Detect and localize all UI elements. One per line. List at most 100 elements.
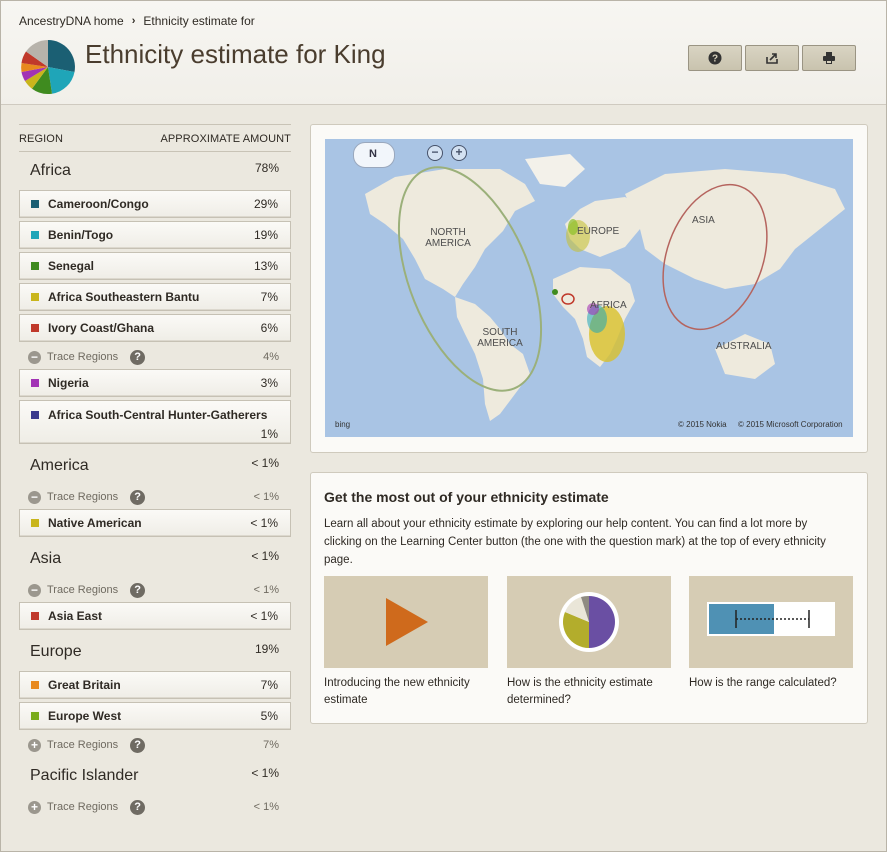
help-icon[interactable]: ? — [130, 349, 146, 365]
region-pacific-islander[interactable]: Pacific Islander < 1% — [19, 757, 291, 795]
help-title: Get the most out of your ethnicity estim… — [324, 489, 609, 505]
zoom-out-icon[interactable]: − — [427, 145, 443, 161]
help-text: Learn all about your ethnicity estimate … — [324, 518, 826, 566]
region-pct: < 1% — [251, 456, 279, 470]
region-pct: 19% — [254, 642, 279, 656]
help-icon[interactable]: ? — [130, 489, 146, 505]
subregion-pct: < 1% — [250, 609, 278, 623]
subregion-name: Africa South-Central Hunter-Gatherers — [48, 408, 268, 422]
trace-regions-america[interactable]: − Trace Regions? < 1% — [19, 485, 291, 509]
trace-pct: < 1% — [253, 491, 279, 503]
subregion-africa-se-bantu[interactable]: Africa Southeastern Bantu 7% — [19, 283, 291, 311]
subregion-native-american[interactable]: Native American < 1% — [19, 509, 291, 537]
ethnicity-pie-icon — [21, 40, 75, 94]
trace-pct: 7% — [263, 739, 279, 751]
minus-circle-icon[interactable]: − — [28, 350, 41, 364]
trace-label: Trace Regions — [47, 801, 119, 813]
trace-regions-europe[interactable]: + Trace Regions? 7% — [19, 733, 291, 757]
region-pct: < 1% — [251, 766, 279, 780]
help-button[interactable]: ? — [688, 45, 742, 71]
color-swatch — [31, 519, 39, 527]
credit-nokia: © 2015 Nokia — [678, 420, 727, 429]
subregion-benin-togo[interactable]: Benin/Togo 19% — [19, 221, 291, 249]
region-name: Asia — [30, 550, 62, 567]
subregion-pct: 29% — [253, 197, 278, 211]
range-tile[interactable] — [689, 576, 853, 668]
color-swatch — [31, 200, 39, 208]
tile-caption-estimate[interactable]: How is the ethnicity estimate determined… — [507, 675, 671, 709]
subregion-pct: 13% — [253, 259, 278, 273]
range-bar-icon — [707, 602, 835, 636]
subregion-cameroon-congo[interactable]: Cameroon/Congo 29% — [19, 190, 291, 218]
trace-regions-asia[interactable]: − Trace Regions? < 1% — [19, 578, 291, 602]
trace-label: Trace Regions — [47, 491, 119, 503]
subregion-name: Nigeria — [48, 376, 89, 390]
color-swatch — [31, 324, 39, 332]
region-europe[interactable]: Europe 19% — [19, 633, 291, 671]
compass-label: N — [369, 148, 377, 160]
help-icon[interactable]: ? — [130, 799, 146, 815]
color-swatch — [31, 681, 39, 689]
zoom-in-icon[interactable]: + — [451, 145, 467, 161]
breadcrumb-home-link[interactable]: AncestryDNA home — [19, 14, 124, 28]
subregion-name: Benin/Togo — [48, 228, 114, 242]
color-swatch — [31, 612, 39, 620]
subregion-europe-west[interactable]: Europe West 5% — [19, 702, 291, 730]
subregion-great-britain[interactable]: Great Britain 7% — [19, 671, 291, 699]
subregion-asia-east[interactable]: Asia East < 1% — [19, 602, 291, 630]
subregion-pct: < 1% — [250, 516, 278, 530]
subregion-senegal[interactable]: Senegal 13% — [19, 252, 291, 280]
share-button[interactable] — [745, 45, 799, 71]
region-list: REGION APPROXIMATE AMOUNT Africa 78% Cam… — [19, 124, 291, 819]
color-swatch — [31, 231, 39, 239]
plus-circle-icon[interactable]: + — [28, 800, 41, 814]
subregion-pct: 19% — [253, 228, 278, 242]
color-swatch — [31, 379, 39, 387]
col-region: REGION — [19, 133, 63, 145]
video-tile[interactable] — [324, 576, 488, 668]
printer-icon — [823, 52, 835, 64]
estimate-tile[interactable] — [507, 576, 671, 668]
print-button[interactable] — [802, 45, 856, 71]
share-icon — [766, 53, 778, 64]
trace-regions-pacific[interactable]: + Trace Regions? < 1% — [19, 795, 291, 819]
chevron-right-icon: › — [131, 15, 136, 27]
bing-logo: bing — [335, 420, 351, 429]
subregion-hunter-gatherers[interactable]: Africa South-Central Hunter-Gatherers 1% — [19, 400, 291, 444]
map-label-europe: EUROPE — [577, 226, 620, 237]
map-label-south-america: SOUTH AMERICA — [477, 327, 523, 349]
subregion-ivory-coast-ghana[interactable]: Ivory Coast/Ghana 6% — [19, 314, 291, 342]
col-amount: APPROXIMATE AMOUNT — [160, 133, 291, 145]
minus-circle-icon[interactable]: − — [28, 490, 41, 504]
credit-microsoft: © 2015 Microsoft Corporation — [738, 420, 843, 429]
region-name: Pacific Islander — [30, 767, 139, 784]
trace-pct: 4% — [263, 351, 279, 363]
map-compass[interactable]: N — [353, 142, 395, 168]
world-map[interactable]: N − + NORTH AMERICA SOUTH AMERICA EUROPE… — [325, 139, 853, 437]
subregion-name: Ivory Coast/Ghana — [48, 321, 155, 335]
plus-circle-icon[interactable]: + — [28, 738, 41, 752]
pie-chart-icon — [559, 592, 619, 652]
map-label-north-america: NORTH AMERICA — [425, 227, 471, 249]
color-swatch — [31, 293, 39, 301]
help-icon[interactable]: ? — [130, 582, 146, 598]
subregion-nigeria[interactable]: Nigeria 3% — [19, 369, 291, 397]
help-icon[interactable]: ? — [130, 737, 146, 753]
help-panel: Get the most out of your ethnicity estim… — [310, 472, 868, 724]
region-asia[interactable]: Asia < 1% — [19, 540, 291, 578]
subregion-pct: 1% — [260, 427, 278, 441]
subregion-pct: 6% — [260, 321, 278, 335]
tile-caption-video[interactable]: Introducing the new ethnicity estimate — [324, 675, 488, 709]
minus-circle-icon[interactable]: − — [28, 583, 41, 597]
breadcrumb: AncestryDNA home › Ethnicity estimate fo… — [19, 14, 255, 28]
region-pct: < 1% — [251, 549, 279, 563]
subregion-name: Cameroon/Congo — [48, 197, 149, 211]
map-label-australia: AUSTRALIA — [716, 341, 772, 352]
tile-caption-range[interactable]: How is the range calculated? — [689, 675, 853, 692]
region-america[interactable]: America < 1% — [19, 447, 291, 485]
subregion-name: Great Britain — [48, 678, 121, 692]
trace-regions-africa[interactable]: − Trace Regions? 4% — [19, 345, 291, 369]
region-africa[interactable]: Africa 78% — [19, 152, 291, 190]
subregion-name: Senegal — [48, 259, 95, 273]
subregion-pct: 7% — [260, 678, 278, 692]
